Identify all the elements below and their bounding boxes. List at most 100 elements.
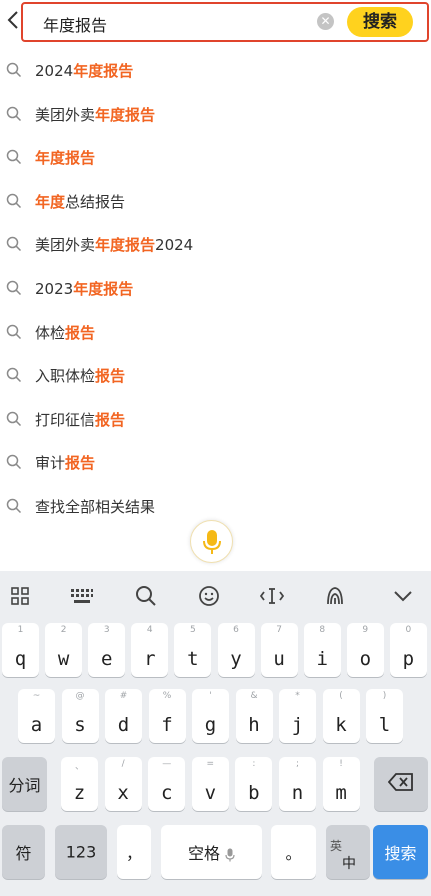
suggestion-item[interactable]: 美团外卖年度报告 [0,92,431,136]
key-letter: z [73,782,86,804]
key-u[interactable]: 7u [260,623,298,677]
search-icon [6,193,22,208]
comma-key[interactable]: ， [117,825,151,879]
suggestion-highlight: 年度报告 [73,62,134,80]
number-key[interactable]: 123 [55,825,107,879]
key-o[interactable]: 9o [346,623,384,677]
search-icon [6,411,22,426]
suggestion-text: 美团外卖年度报告 [35,104,155,125]
voice-input-button[interactable] [190,520,233,563]
search-icon [6,498,22,513]
suggestion-text: 2023年度报告 [35,278,133,299]
space-key[interactable]: 空格 [161,825,262,879]
suggestion-prefix: 美团外卖 [35,236,96,255]
search-query-text: 年度报告 [43,16,108,35]
key-g[interactable]: ' g [192,689,229,743]
suggestion-prefix: 审计 [35,454,66,473]
suggestion-item[interactable]: 2023年度报告 [0,266,431,310]
chevron-down-icon[interactable] [391,584,415,608]
search-icon [6,280,22,295]
keyboard-icon[interactable] [70,584,94,608]
key-v[interactable]: = v [191,757,229,811]
suggestion-item[interactable]: 体检报告 [0,310,431,354]
key-q[interactable]: 1q [2,623,39,677]
suggestion-item[interactable]: 审计报告 [0,440,431,484]
segment-key[interactable]: 分词 [2,757,47,811]
key-s[interactable]: @ s [61,689,99,743]
key-secondary: ~ [32,691,41,701]
key-secondary: / [121,759,125,769]
suggestion-prefix: 查找全部相关结果 [35,497,156,516]
key-b[interactable]: :b [235,757,273,811]
suggestion-item[interactable]: 2024年度报告 [0,48,431,92]
key-secondary: & [250,691,258,701]
key-letter: k [335,714,347,736]
key-y[interactable]: 6y [217,623,255,677]
clear-button[interactable]: ✕ [317,13,334,30]
key-l[interactable]: ) l [366,689,403,743]
search-icon [6,149,22,165]
key-letter: t [187,648,199,670]
key-p[interactable]: 0p [389,623,427,677]
suggestion-item[interactable]: 打印征信报告 [0,397,431,441]
suggestion-item[interactable]: 年度总结报告 [0,179,431,223]
key-letter: b [248,782,260,804]
keyboard-toolbar [0,571,431,621]
key-m[interactable]: ! m [322,757,360,811]
suggestion-text: 年度总结报告 [35,191,125,212]
suggestion-text: 查找全部相关结果 [35,496,155,517]
period-key[interactable]: 。 [271,825,316,879]
key-letter: w [57,648,70,670]
key-h[interactable]: & h [235,689,273,743]
back-button[interactable] [4,6,22,34]
emoji-icon[interactable] [197,584,221,608]
search-icon[interactable] [134,584,158,608]
grid-icon[interactable] [8,584,32,608]
key-e[interactable]: 3e [88,623,126,677]
key-c[interactable]: — c [148,757,186,811]
close-icon: ✕ [320,14,331,28]
microphone-icon [202,529,221,554]
chevron-left-icon [7,11,18,29]
search-input[interactable]: 年度报告 ✕ 搜索 [21,2,429,42]
keyboard-search-key[interactable]: 搜索 [373,825,428,879]
key-z[interactable]: 、 z [61,757,98,811]
suggestion-item[interactable]: 美团外卖年度报告2024 [0,222,431,266]
suggestion-suffix: 2024 [155,236,194,255]
suggestion-highlight: 年度报告 [73,279,134,298]
key-letter: n [291,782,304,804]
language-switch-key[interactable]: 英 中 [326,825,370,879]
search-button[interactable]: 搜索 [347,7,413,37]
suggestion-prefix: 2023 [35,279,74,298]
key-x[interactable]: / x [104,757,142,811]
key-secondary: ! [339,759,343,769]
key-f[interactable]: % f [148,689,186,743]
suggestion-highlight: 年度报告 [35,149,96,168]
key-letter: c [160,782,173,804]
key-k[interactable]: (k [322,689,360,743]
key-letter: s [74,714,86,736]
handwriting-icon[interactable] [323,584,347,608]
suggestion-item[interactable]: 入职体检报告 [0,353,431,397]
key-i[interactable]: 8i [303,623,341,677]
suggestion-suffix: 总结报告 [65,192,126,211]
suggestion-highlight: 年度报告 [95,105,156,124]
key-a[interactable]: ~ a [18,689,55,743]
key-d[interactable]: # d [105,689,142,743]
key-r[interactable]: 4r [131,623,169,677]
key-secondary: @ [75,691,85,701]
key-t[interactable]: 5t [174,623,212,677]
key-w[interactable]: 2w [45,623,83,677]
symbol-key-label: 符 [15,844,32,863]
key-letter: q [14,648,27,670]
backspace-key[interactable] [374,757,428,811]
suggestion-item[interactable]: 年度报告 [0,135,431,179]
key-n[interactable]: ; n [279,757,316,811]
key-j[interactable]: * j [279,689,316,743]
key-letter: j [291,714,304,736]
suggestion-prefix: 体检 [35,323,66,342]
key-secondary: ( [339,691,343,701]
key-letter: g [204,714,217,736]
cursor-move-icon[interactable] [260,584,284,608]
symbol-key[interactable]: 符 [2,825,45,879]
